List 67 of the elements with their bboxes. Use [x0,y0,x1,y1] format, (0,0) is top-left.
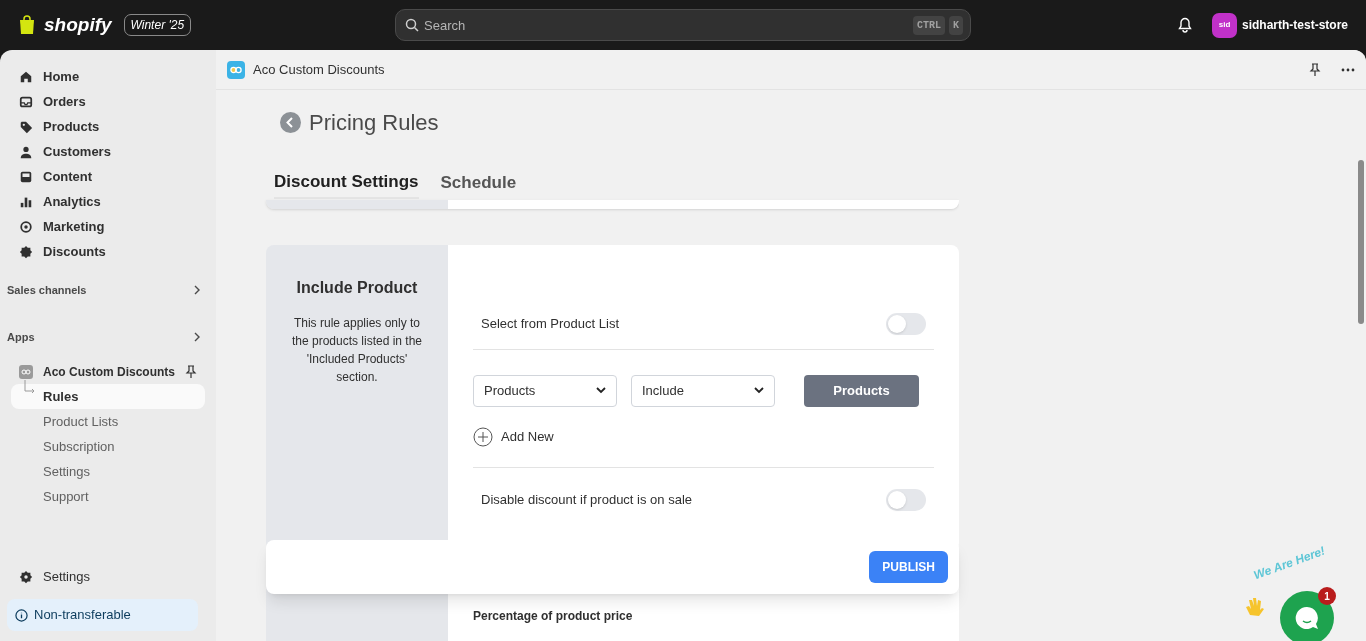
gear-icon [19,569,33,584]
notification-badge: 1 [1318,587,1336,605]
app-icon [19,364,33,379]
chevron-right-icon [193,285,201,295]
brand-logo[interactable]: shopify [44,10,112,40]
tag-icon [19,119,33,134]
shortcut-key: CTRL [912,16,945,35]
content-icon [19,169,33,184]
chevron-right-icon [193,332,201,342]
target-icon [19,219,33,234]
discount-icon [19,244,33,259]
branch-arrow-icon [24,380,36,396]
sidebar-subitem[interactable]: Settings [11,459,205,484]
select-dropdown[interactable]: Include [631,374,775,407]
sidebar-app-item[interactable]: Aco Custom Discounts [11,359,205,384]
card-description: This rule applies only to the products listed in the 'Included Products' section. [290,314,424,386]
back-icon[interactable] [280,112,301,133]
app-title: Aco Custom Discounts [253,60,385,79]
sidebar-item[interactable]: Marketing [11,214,205,239]
sidebar-subitem[interactable]: Support [11,484,205,509]
products-button[interactable]: Products [804,374,919,407]
plan-notice[interactable]: Non-transferable [7,599,198,631]
pin-icon[interactable] [1309,62,1321,77]
chat-button[interactable] [1280,591,1334,641]
sidebar-item[interactable]: Orders [11,89,205,114]
info-icon [15,608,28,622]
sidebar-subitem[interactable]: Subscription [11,434,205,459]
tab[interactable]: Discount Settings [274,169,419,199]
person-icon [19,144,33,159]
sidebar-item[interactable]: Products [11,114,205,139]
toggle-switch[interactable] [886,312,926,335]
chevron-down-icon [754,387,764,394]
pin-icon[interactable] [185,364,197,379]
select-dropdown[interactable]: Products [473,374,617,407]
toggle-switch[interactable] [886,488,926,511]
chat-bubble-icon [1294,605,1320,631]
sidebar-section[interactable]: Sales channels [7,280,205,300]
sidebar-subitem[interactable]: Product Lists [11,409,205,434]
toggle-label: Disable discount if product is on sale [481,490,692,509]
field-label: Percentage of product price [473,608,633,623]
home-icon [19,69,33,84]
plus-circle-icon [473,426,493,447]
edition-badge: Winter '25 [123,14,192,36]
toggle-label: Select from Product List [481,314,619,333]
search-icon [405,18,419,32]
chat-caption: We Are Here! [1251,542,1328,584]
bell-icon[interactable] [1178,17,1192,33]
sidebar-item[interactable]: Home [11,64,205,89]
sidebar-section[interactable]: Apps [7,327,205,347]
card-title: Include Product [296,277,418,298]
more-icon[interactable] [1341,67,1355,72]
orders-icon [19,94,33,109]
app-logo-icon [227,60,245,79]
sidebar-item[interactable]: Content [11,164,205,189]
sidebar-item[interactable]: Discounts [11,239,205,264]
sidebar-item[interactable]: Customers [11,139,205,164]
sidebar-item[interactable]: Analytics [11,189,205,214]
waving-hand-icon [1244,595,1266,617]
add-new-link[interactable]: Add New [473,426,934,468]
sidebar-item[interactable]: Settings [11,564,205,589]
publish-button[interactable]: PUBLISH [869,551,948,583]
chevron-down-icon [596,387,606,394]
tab[interactable]: Schedule [440,169,517,199]
shopping-bag-icon [18,15,36,35]
page-title: Pricing Rules [309,109,439,137]
store-avatar[interactable]: sid [1212,12,1237,38]
store-name[interactable]: sidharth-test-store [1242,16,1348,34]
